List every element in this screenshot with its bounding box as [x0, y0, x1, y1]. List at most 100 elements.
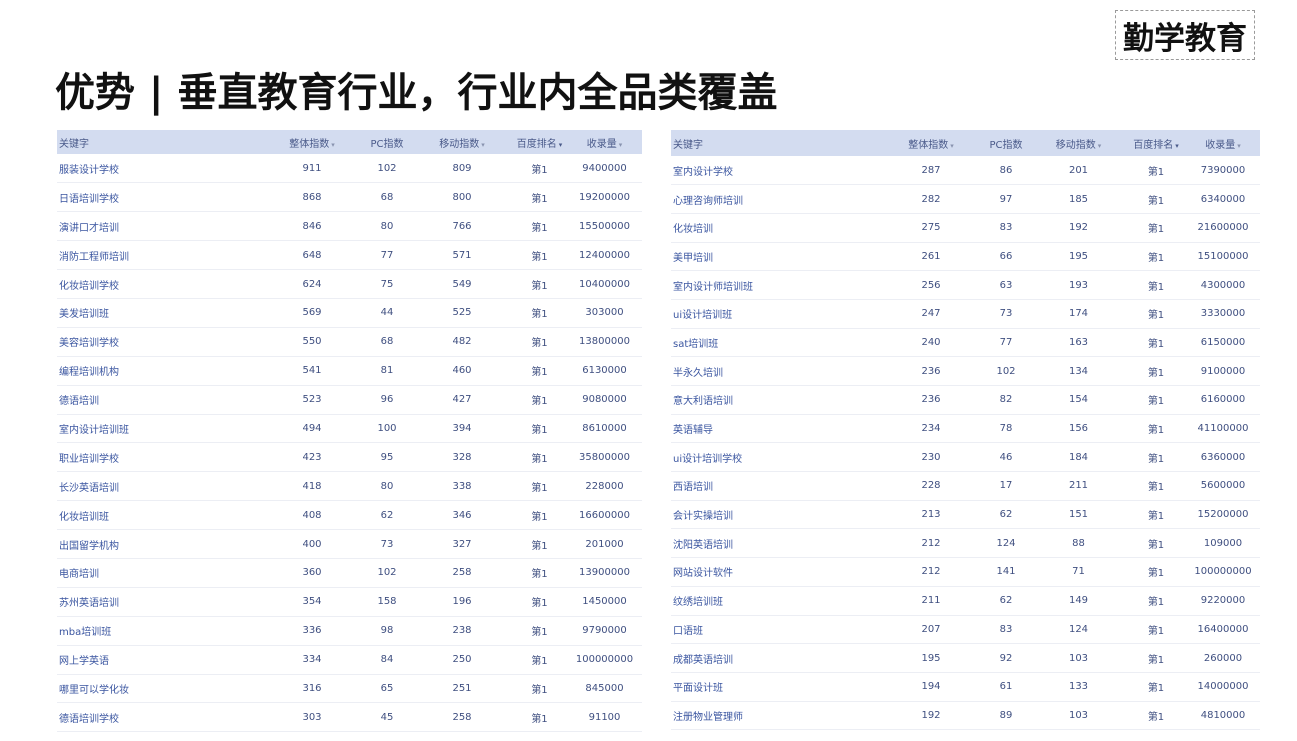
col-header-keyword: 关键字: [673, 139, 703, 151]
sort-caret-icon[interactable]: ▾: [619, 141, 623, 149]
cell-keyword[interactable]: 电商培训: [57, 558, 262, 588]
cell-mobile-index: 134: [1031, 356, 1126, 386]
cell-keyword[interactable]: 德语培训学校: [57, 702, 262, 733]
col-header-baidu-rank[interactable]: 百度排名 ▾: [1126, 130, 1186, 156]
col-header-mobile-label: 移动指数: [1055, 139, 1096, 151]
sort-caret-icon[interactable]: ▾: [1098, 142, 1102, 150]
table-row: 美甲培训 261 66 195 第1 15100000: [671, 242, 1260, 272]
cell-indexed-count: 3330000: [1186, 299, 1260, 329]
col-header-baidu-rank[interactable]: 百度排名 ▾: [512, 130, 567, 154]
col-header-overall-index[interactable]: 整体指数 ▾: [881, 130, 981, 156]
cell-keyword[interactable]: 西语培训: [671, 471, 881, 501]
cell-keyword[interactable]: 演讲口才培训: [57, 211, 262, 242]
cell-mobile-index: 258: [412, 702, 512, 733]
table-row: ui设计培训班 247 73 174 第1 3330000: [671, 299, 1260, 329]
cell-keyword[interactable]: 沈阳英语培训: [671, 528, 881, 559]
cell-keyword[interactable]: 意大利语培训: [671, 385, 881, 415]
sort-caret-icon[interactable]: ▾: [950, 142, 954, 150]
cell-keyword[interactable]: 室内设计学校: [671, 156, 881, 186]
cell-pc-index: 102: [362, 154, 412, 184]
cell-pc-index: 80: [362, 211, 412, 242]
cell-keyword[interactable]: 室内设计培训班: [57, 414, 262, 444]
cell-baidu-rank: 第1: [1126, 586, 1186, 616]
cell-keyword[interactable]: ui设计培训班: [671, 299, 881, 329]
cell-keyword[interactable]: 美甲培训: [671, 242, 881, 272]
cell-keyword[interactable]: 职业培训学校: [57, 442, 262, 473]
cell-keyword[interactable]: mba培训班: [57, 616, 262, 646]
cell-pc-index: 61: [981, 672, 1031, 702]
cell-keyword[interactable]: 美发培训班: [57, 298, 262, 328]
cell-baidu-rank: 第1: [512, 269, 567, 299]
cell-keyword[interactable]: 网上学英语: [57, 645, 262, 675]
col-header-mobile-index[interactable]: 移动指数 ▾: [412, 130, 512, 154]
table-row: 德语培训 523 96 427 第1 9080000: [57, 385, 642, 415]
table-row: 网站设计软件 212 141 71 第1 100000000: [671, 557, 1260, 587]
cell-baidu-rank: 第1: [512, 500, 567, 531]
cell-keyword[interactable]: 网站设计软件: [671, 557, 881, 587]
cell-keyword[interactable]: 注册物业管理师: [671, 701, 881, 731]
col-header-keyword: 关键字: [59, 138, 89, 150]
cell-overall-index: 334: [262, 645, 362, 675]
cell-keyword[interactable]: 化妆培训班: [57, 500, 262, 531]
cell-baidu-rank: 第1: [512, 616, 567, 646]
cell-pc-index: 77: [981, 328, 1031, 358]
cell-overall-index: 240: [881, 328, 981, 358]
cell-keyword[interactable]: 长沙英语培训: [57, 471, 262, 502]
col-header-indexed-count[interactable]: 收录量 ▾: [567, 130, 642, 154]
cell-keyword[interactable]: 服装设计学校: [57, 154, 262, 184]
cell-mobile-index: 163: [1031, 328, 1126, 358]
cell-indexed-count: 9080000: [567, 385, 642, 415]
cell-keyword[interactable]: sat培训班: [671, 328, 881, 358]
cell-baidu-rank: 第1: [1126, 270, 1186, 300]
cell-keyword[interactable]: 化妆培训: [671, 213, 881, 243]
cell-baidu-rank: 第1: [1126, 356, 1186, 386]
sort-caret-icon[interactable]: ▾: [481, 141, 485, 149]
cell-baidu-rank: 第1: [512, 674, 567, 704]
cell-baidu-rank: 第1: [512, 702, 567, 733]
cell-keyword[interactable]: 成都英语培训: [671, 643, 881, 673]
sort-caret-icon[interactable]: ▾: [331, 141, 335, 149]
col-header-indexed-count[interactable]: 收录量 ▾: [1186, 130, 1260, 156]
cell-keyword[interactable]: 出国留学机构: [57, 529, 262, 559]
cell-pc-index: 46: [981, 442, 1031, 473]
cell-keyword[interactable]: 室内设计师培训班: [671, 270, 881, 300]
cell-keyword[interactable]: 日语培训学校: [57, 182, 262, 213]
cell-indexed-count: 7390000: [1186, 156, 1260, 186]
cell-keyword[interactable]: 化妆培训学校: [57, 269, 262, 299]
cell-keyword[interactable]: 消防工程师培训: [57, 240, 262, 271]
cell-indexed-count: 21600000: [1186, 213, 1260, 243]
cell-keyword[interactable]: 半永久培训: [671, 356, 881, 386]
cell-indexed-count: 15200000: [1186, 500, 1260, 530]
cell-keyword[interactable]: 平面设计班: [671, 672, 881, 702]
cell-pc-index: 75: [362, 269, 412, 299]
cell-baidu-rank: 第1: [1126, 471, 1186, 501]
cell-keyword[interactable]: 苏州英语培训: [57, 587, 262, 617]
cell-overall-index: 256: [881, 270, 981, 300]
cell-keyword[interactable]: 德语培训: [57, 385, 262, 415]
cell-keyword[interactable]: 英语辅导: [671, 414, 881, 444]
cell-keyword[interactable]: 口语班: [671, 615, 881, 645]
cell-keyword[interactable]: 心理咨询师培训: [671, 184, 881, 214]
col-header-mobile-index[interactable]: 移动指数 ▾: [1031, 130, 1126, 156]
col-header-overall-label: 整体指数: [289, 138, 330, 150]
cell-keyword[interactable]: 编程培训机构: [57, 356, 262, 386]
col-header-overall-index[interactable]: 整体指数 ▾: [262, 130, 362, 154]
sort-caret-icon[interactable]: ▾: [559, 141, 563, 149]
cell-overall-index: 418: [262, 471, 362, 502]
cell-indexed-count: 100000000: [567, 645, 642, 675]
cell-mobile-index: 327: [412, 529, 512, 559]
cell-baidu-rank: 第1: [1126, 242, 1186, 272]
cell-keyword[interactable]: ui设计培训学校: [671, 442, 881, 473]
cell-keyword[interactable]: 哪里可以学化妆: [57, 674, 262, 704]
cell-mobile-index: 251: [412, 674, 512, 704]
cell-keyword[interactable]: 美容培训学校: [57, 327, 262, 357]
cell-baidu-rank: 第1: [1126, 701, 1186, 731]
cell-keyword[interactable]: 会计实操培训: [671, 500, 881, 530]
cell-keyword[interactable]: 纹绣培训班: [671, 586, 881, 616]
cell-indexed-count: 91100: [567, 702, 642, 733]
sort-caret-icon[interactable]: ▾: [1237, 142, 1241, 150]
cell-overall-index: 195: [881, 643, 981, 673]
cell-mobile-index: 149: [1031, 586, 1126, 616]
sort-caret-icon[interactable]: ▾: [1175, 142, 1179, 150]
cell-mobile-index: 88: [1031, 528, 1126, 559]
